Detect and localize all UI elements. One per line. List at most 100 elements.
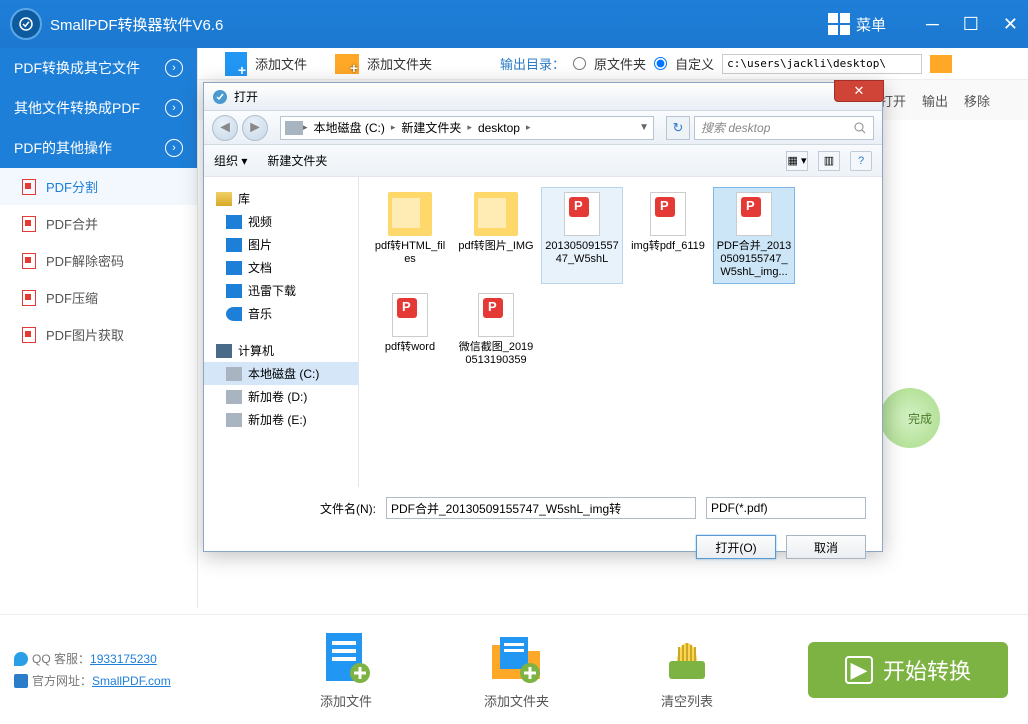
organize-btn[interactable]: 组织 ▾ (214, 152, 247, 169)
tree-video[interactable]: 视频 (204, 210, 358, 233)
open-icon (212, 89, 228, 105)
filename-input[interactable] (386, 497, 696, 519)
dialog-title: 打开 (234, 88, 258, 105)
preview-pane-button[interactable]: ▥ (818, 151, 840, 171)
video-icon (226, 215, 242, 229)
qq-icon (14, 652, 28, 666)
add-folder-large-icon (488, 629, 544, 685)
qq-link[interactable]: 1933175230 (90, 652, 157, 666)
tree-library[interactable]: 库 (204, 187, 358, 210)
start-convert-button[interactable]: ▶ 开始转换 (808, 642, 1008, 698)
done-badge: 完成 (880, 388, 940, 448)
tree-pictures[interactable]: 图片 (204, 233, 358, 256)
output-label: 输出目录： (500, 54, 565, 73)
sidebar-group-1[interactable]: PDF转换成其它文件› (0, 48, 197, 88)
sidebar-item-pdf-extract-image[interactable]: PDF图片获取 (0, 316, 197, 353)
menu-grid-icon (828, 13, 850, 35)
pdf-file-icon (392, 293, 428, 337)
breadcrumb[interactable]: ▸ 本地磁盘 (C:)▸ 新建文件夹▸ desktop▸ ▼ (280, 116, 654, 140)
document-icon (226, 261, 242, 275)
sidebar-group-3[interactable]: PDF的其他操作› (0, 128, 197, 168)
file-item[interactable]: pdf转图片_IMG (455, 187, 537, 284)
sidebar-item-pdf-merge[interactable]: PDF合并 (0, 205, 197, 242)
tree-documents[interactable]: 文档 (204, 256, 358, 279)
file-item[interactable]: 20130509155747_W5shL (541, 187, 623, 284)
dialog-open-button[interactable]: 打开(O) (696, 535, 776, 559)
dialog-titlebar: 打开 ✕ (204, 83, 882, 111)
pdf-file-icon (478, 293, 514, 337)
add-folder-icon (335, 54, 359, 74)
bottom-clear-list[interactable]: 清空列表 (659, 629, 715, 710)
newfolder-btn[interactable]: 新建文件夹 (267, 152, 327, 169)
browse-folder-icon[interactable] (930, 55, 952, 73)
search-input[interactable]: 搜索 desktop (694, 116, 874, 140)
tree-computer[interactable]: 计算机 (204, 339, 358, 362)
maximize-button[interactable]: ☐ (963, 14, 979, 35)
nav-forward-button[interactable]: ► (242, 115, 268, 141)
bottom-add-folder[interactable]: 添加文件夹 (484, 629, 549, 710)
tree-drive-d[interactable]: 新加卷 (D:) (204, 385, 358, 408)
tree-music[interactable]: 音乐 (204, 302, 358, 325)
view-mode-button[interactable]: ▦ ▾ (786, 151, 808, 171)
add-file-btn[interactable]: 添加文件 (255, 54, 307, 73)
file-item[interactable]: img转pdf_6119 (627, 187, 709, 284)
add-file-icon (225, 52, 247, 76)
library-icon (216, 192, 232, 206)
tree-drive-c[interactable]: 本地磁盘 (C:) (204, 362, 358, 385)
dialog-toolbar: 组织 ▾ 新建文件夹 ▦ ▾ ▥ ? (204, 145, 882, 177)
folder-icon (388, 192, 432, 236)
radio-custom[interactable]: 自定义 (654, 54, 714, 73)
app-logo (10, 8, 42, 40)
crumb-c[interactable]: 本地磁盘 (C:) (308, 119, 391, 136)
site-icon (14, 674, 28, 688)
file-item[interactable]: pdf转HTML_files (369, 187, 451, 284)
sidebar-item-pdf-split[interactable]: PDF分割 (0, 168, 197, 205)
file-item[interactable]: pdf转word (369, 288, 451, 372)
dialog-body: 库 视频 图片 文档 迅雷下载 音乐 计算机 本地磁盘 (C:) 新加卷 (D:… (204, 177, 882, 487)
help-button[interactable]: ? (850, 151, 872, 171)
filetype-select[interactable] (706, 497, 866, 519)
radio-original[interactable]: 原文件夹 (573, 54, 646, 73)
search-icon (853, 121, 867, 135)
pdf-file-icon (650, 192, 686, 236)
sidebar-item-pdf-compress[interactable]: PDF压缩 (0, 279, 197, 316)
bottom-add-file-label: 添加文件 (318, 691, 374, 710)
bottom-actions: 添加文件 添加文件夹 清空列表 (225, 629, 808, 710)
crumb-newfolder[interactable]: 新建文件夹 (395, 119, 467, 136)
add-file-large-icon (318, 629, 374, 685)
output-path-input[interactable] (722, 54, 922, 74)
minimize-button[interactable]: ─ (926, 14, 939, 35)
remove-btn[interactable]: 移除 (964, 91, 990, 110)
bottom-clear-label: 清空列表 (659, 691, 715, 710)
dialog-cancel-button[interactable]: 取消 (786, 535, 866, 559)
add-folder-btn[interactable]: 添加文件夹 (367, 54, 432, 73)
pdf-icon (22, 327, 36, 343)
pdf-icon (22, 290, 36, 306)
bottom-info: QQ 客服：1933175230 官方网址：SmallPDF.com (0, 648, 225, 692)
tree-drive-e[interactable]: 新加卷 (E:) (204, 408, 358, 431)
folder-icon (474, 192, 518, 236)
titlebar: SmallPDF转换器软件V6.6 菜单 ─ ☐ ✕ (0, 0, 1028, 48)
close-button[interactable]: ✕ (1003, 14, 1018, 35)
sidebar-item-pdf-unlock[interactable]: PDF解除密码 (0, 242, 197, 279)
sidebar-group-2[interactable]: 其他文件转换成PDF› (0, 88, 197, 128)
output-btn[interactable]: 输出 (922, 91, 948, 110)
bottom-bar: QQ 客服：1933175230 官方网址：SmallPDF.com 添加文件 … (0, 614, 1028, 724)
play-icon: ▶ (845, 656, 873, 684)
app-title: SmallPDF转换器软件V6.6 (50, 14, 828, 35)
pdf-icon (22, 179, 36, 195)
computer-icon (216, 344, 232, 358)
dialog-close-button[interactable]: ✕ (834, 80, 884, 102)
site-link[interactable]: SmallPDF.com (92, 674, 171, 688)
folder-tree: 库 视频 图片 文档 迅雷下载 音乐 计算机 本地磁盘 (C:) 新加卷 (D:… (204, 177, 359, 487)
nav-back-button[interactable]: ◄ (212, 115, 238, 141)
chevron-right-icon: › (165, 59, 183, 77)
refresh-button[interactable]: ↻ (666, 116, 690, 140)
bottom-add-file[interactable]: 添加文件 (318, 629, 374, 710)
open-file-dialog: 打开 ✕ ◄ ► ▸ 本地磁盘 (C:)▸ 新建文件夹▸ desktop▸ ▼ … (203, 82, 883, 552)
crumb-desktop[interactable]: desktop (472, 121, 526, 135)
file-item-selected[interactable]: PDF合并_20130509155747_W5shL_img... (713, 187, 795, 284)
tree-downloads[interactable]: 迅雷下载 (204, 279, 358, 302)
menu-button[interactable]: 菜单 (828, 13, 886, 35)
file-item[interactable]: 微信截图_20190513190359 (455, 288, 537, 372)
